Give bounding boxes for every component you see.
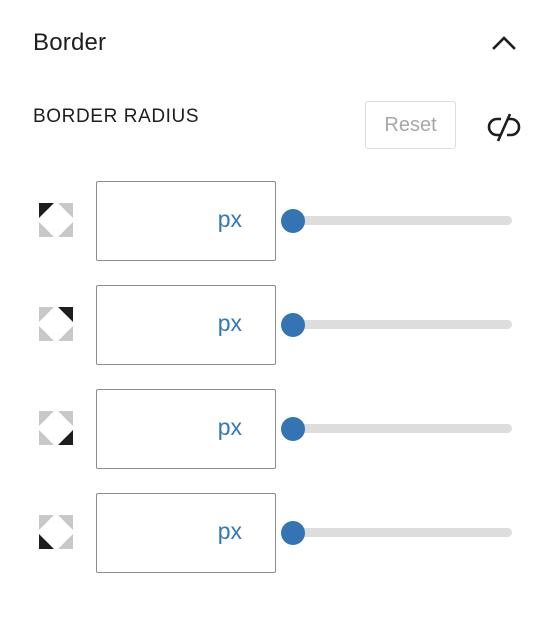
radius-slider-track[interactable]: [291, 320, 512, 329]
radius-slider-track[interactable]: [291, 528, 512, 537]
unit-label[interactable]: px: [218, 518, 242, 545]
collapse-button[interactable]: [486, 26, 522, 62]
reset-button[interactable]: Reset: [365, 101, 456, 149]
radius-input-top-left[interactable]: [107, 204, 211, 240]
unit-label[interactable]: px: [218, 310, 242, 337]
radius-slider-thumb[interactable]: [281, 209, 305, 233]
radius-slider-thumb[interactable]: [281, 417, 305, 441]
border-panel-header: Border: [0, 0, 558, 88]
corner-top-left-icon: [39, 203, 73, 237]
corner-row-top-right: px: [0, 285, 558, 365]
border-radius-label: BORDER RADIUS: [33, 106, 200, 127]
radius-slider-thumb[interactable]: [281, 521, 305, 545]
radius-input-box: px: [96, 285, 276, 365]
corner-row-top-left: px: [0, 181, 558, 261]
unit-label[interactable]: px: [218, 206, 242, 233]
panel-title: Border: [33, 29, 107, 56]
radius-slider-track[interactable]: [291, 424, 512, 433]
radius-input-bottom-left[interactable]: [107, 516, 211, 552]
radius-input-bottom-right[interactable]: [107, 412, 211, 448]
radius-slider-thumb[interactable]: [281, 313, 305, 337]
corner-row-bottom-left: px: [0, 493, 558, 573]
corner-row-bottom-right: px: [0, 389, 558, 469]
unit-label[interactable]: px: [218, 414, 242, 441]
radius-input-box: px: [96, 389, 276, 469]
unlink-sides-button[interactable]: [484, 108, 524, 146]
corner-bottom-right-icon: [39, 411, 73, 445]
unlink-icon: [487, 113, 521, 142]
radius-slider-track[interactable]: [291, 216, 512, 225]
corner-top-right-icon: [39, 307, 73, 341]
radius-input-top-right[interactable]: [107, 308, 211, 344]
radius-input-box: px: [96, 493, 276, 573]
chevron-up-icon: [492, 36, 516, 50]
radius-input-box: px: [96, 181, 276, 261]
corner-bottom-left-icon: [39, 515, 73, 549]
